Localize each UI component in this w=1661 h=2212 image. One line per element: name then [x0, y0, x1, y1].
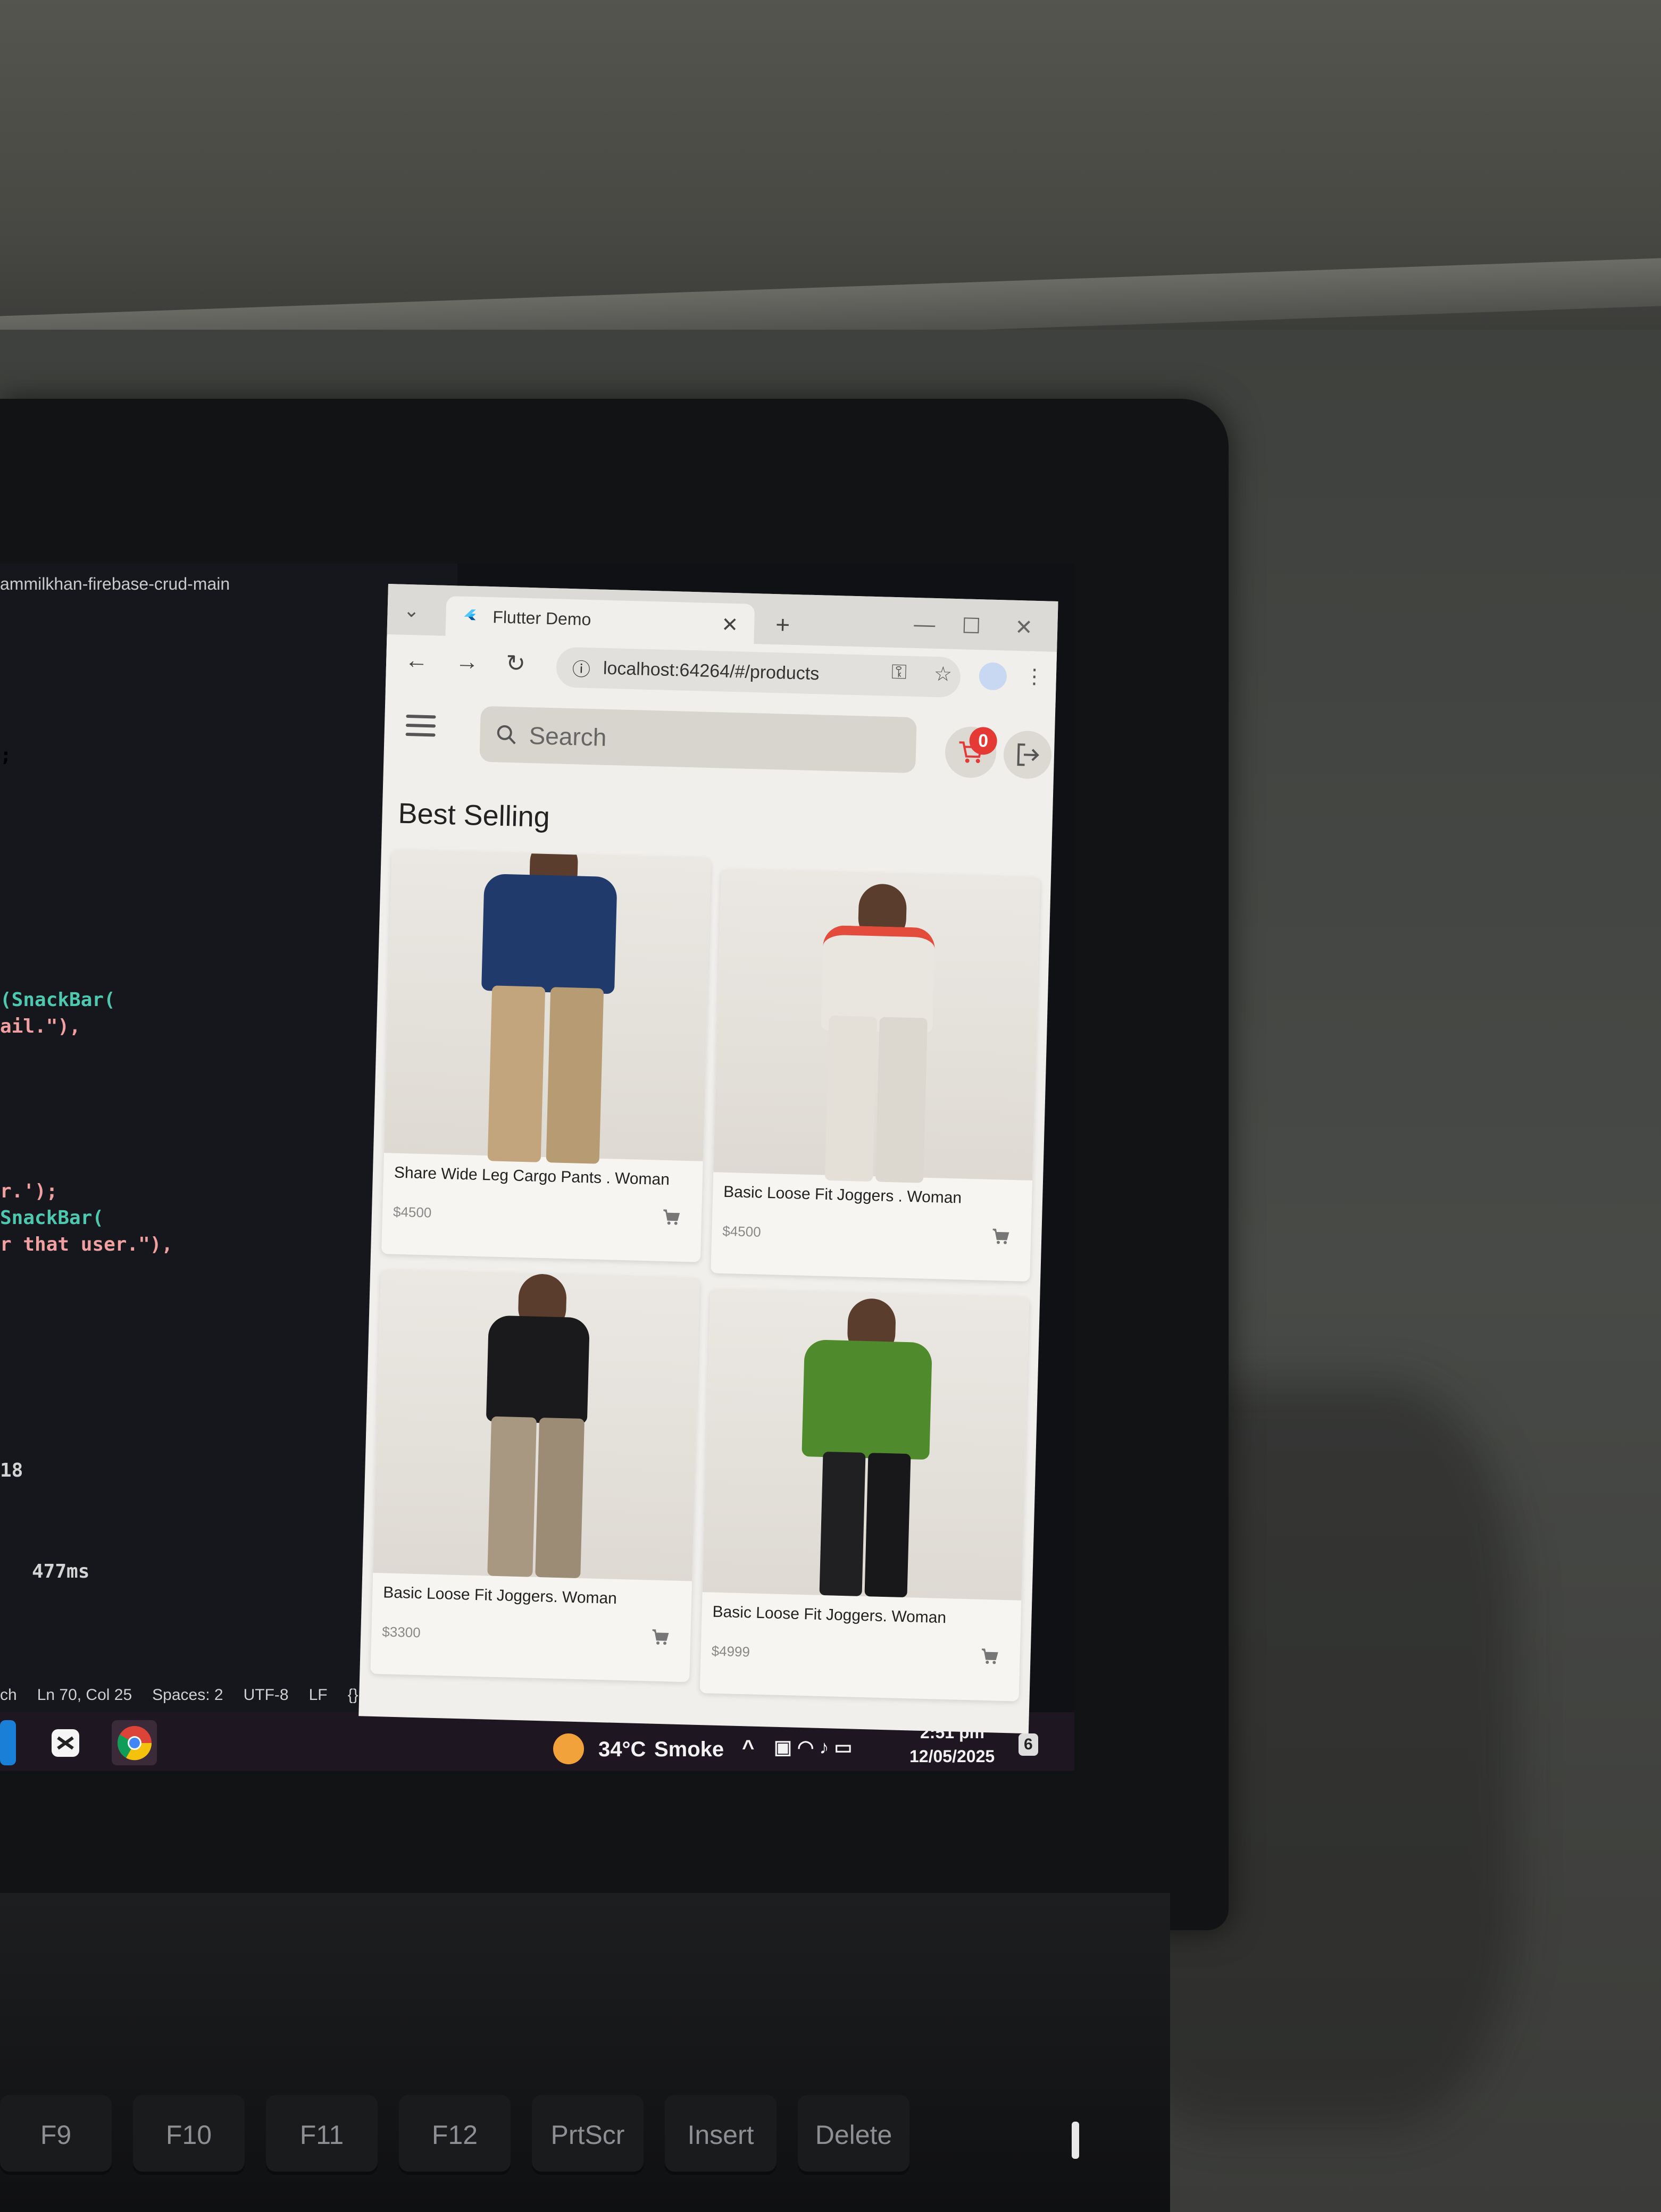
notification-icon[interactable]: 6	[1019, 1733, 1038, 1756]
product-price: $4500	[393, 1203, 432, 1221]
product-name: Basic Loose Fit Joggers. Woman	[382, 1583, 617, 1607]
forward-arrow-icon[interactable]: →	[455, 648, 479, 675]
laptop-screen: ammilkhan-firebase-crud-main ; (SnackBar…	[0, 564, 1074, 1771]
add-to-cart-icon[interactable]	[662, 1208, 680, 1229]
model-top	[481, 873, 617, 994]
key-prtscr[interactable]: PrtScr	[532, 2095, 644, 2175]
bookmark-star-icon[interactable]: ☆	[933, 662, 952, 686]
weather-icon	[553, 1733, 584, 1764]
key-delete[interactable]: Delete	[798, 2095, 909, 2175]
hamburger-menu-icon[interactable]	[405, 714, 436, 737]
search-icon	[497, 725, 516, 744]
product-name: Basic Loose Fit Joggers. Woman	[712, 1603, 947, 1627]
model-pants	[546, 987, 604, 1164]
site-info-icon[interactable]: ⓘ	[572, 655, 590, 681]
add-to-cart-icon[interactable]	[980, 1647, 999, 1669]
code-line: ail."),	[0, 1016, 81, 1037]
clock-date[interactable]: 12/05/2025	[909, 1747, 995, 1766]
model-pants	[535, 1417, 585, 1579]
tray-icons[interactable]: ▣ ◠ ♪ ▭	[774, 1736, 852, 1758]
weather-temperature[interactable]: 34°C	[598, 1738, 646, 1762]
product-card[interactable]: Basic Loose Fit Joggers. Woman $3300	[370, 1270, 700, 1682]
product-card[interactable]: Share Wide Leg Cargo Pants . Woman $4500	[381, 850, 711, 1262]
capcut-taskbar-icon[interactable]	[43, 1720, 88, 1765]
status-eol[interactable]: LF	[309, 1686, 328, 1704]
key-f9[interactable]: F9	[0, 2095, 112, 2175]
chrome-taskbar-icon[interactable]	[112, 1720, 157, 1765]
key-f10[interactable]: F10	[133, 2095, 245, 2175]
password-key-icon[interactable]: ⚿	[891, 661, 907, 684]
code-line: r.');	[0, 1180, 58, 1202]
reload-icon[interactable]: ↻	[505, 650, 526, 677]
code-line: SnackBar(	[0, 1207, 104, 1229]
search-input[interactable]: Search	[479, 706, 917, 774]
model-pants	[875, 1017, 928, 1183]
model-top	[802, 1339, 932, 1460]
key-insert[interactable]: Insert	[665, 2095, 777, 2175]
product-price: $3300	[382, 1623, 421, 1641]
keyboard-function-row: F9 F10 F11 F12 PrtScr Insert Delete	[0, 2095, 984, 2185]
key-f12[interactable]: F12	[399, 2095, 511, 2175]
power-led	[1072, 2122, 1079, 2159]
tab-title: Flutter Demo	[492, 607, 591, 629]
flutter-icon	[464, 609, 476, 620]
editor-window-title: ammilkhan-firebase-crud-main	[0, 574, 230, 593]
product-image	[702, 1289, 1030, 1601]
status-indentation[interactable]: Spaces: 2	[152, 1686, 223, 1704]
code-line: r that user."),	[0, 1234, 173, 1255]
model-pants	[487, 985, 546, 1162]
tab-search-chevron-icon[interactable]: ⌄	[403, 599, 420, 622]
product-price: $4999	[711, 1643, 750, 1660]
status-encoding[interactable]: UTF-8	[244, 1686, 289, 1704]
maximize-button[interactable]: ☐	[962, 614, 981, 639]
url-text[interactable]: localhost:64264/#/products	[603, 658, 820, 684]
product-image	[713, 869, 1040, 1183]
product-grid: Share Wide Leg Cargo Pants . Woman $4500…	[370, 850, 1051, 1702]
logout-button[interactable]	[1003, 730, 1053, 780]
code-line: (SnackBar(	[0, 989, 115, 1011]
browser-window: ⌄ Flutter Demo ✕ + — ☐ ✕ ← → ↻ ⓘ localho…	[358, 584, 1058, 1734]
product-name: Share Wide Leg Cargo Pants . Woman	[394, 1163, 670, 1189]
status-branch[interactable]: ch	[0, 1686, 17, 1704]
new-tab-button[interactable]: +	[775, 610, 790, 639]
model-pants	[824, 1015, 877, 1182]
model-pants	[864, 1453, 911, 1598]
logout-icon	[1017, 743, 1039, 766]
product-card[interactable]: Basic Loose Fit Joggers. Woman $4999	[699, 1289, 1030, 1702]
status-cursor-position[interactable]: Ln 70, Col 25	[37, 1686, 132, 1704]
browser-menu-icon[interactable]: ⋮	[1024, 664, 1045, 689]
vscode-taskbar-icon[interactable]	[0, 1720, 16, 1765]
back-arrow-icon[interactable]: ←	[405, 647, 429, 674]
close-window-button[interactable]: ✕	[1015, 615, 1033, 640]
product-card[interactable]: Basic Loose Fit Joggers . Woman $4500	[711, 869, 1040, 1282]
model-top	[486, 1315, 590, 1425]
code-line: 477ms	[32, 1561, 90, 1582]
search-placeholder: Search	[528, 721, 607, 751]
status-language[interactable]: {}	[348, 1686, 358, 1704]
key-f11[interactable]: F11	[266, 2095, 378, 2175]
minimize-button[interactable]: —	[914, 613, 936, 637]
add-to-cart-icon[interactable]	[651, 1628, 670, 1649]
product-name: Basic Loose Fit Joggers . Woman	[723, 1183, 962, 1207]
product-image	[383, 850, 711, 1164]
model-pants	[487, 1416, 537, 1577]
code-line: 18	[0, 1460, 23, 1481]
tab-close-icon[interactable]: ✕	[721, 613, 739, 637]
add-to-cart-icon[interactable]	[991, 1227, 1010, 1249]
chevron-up-icon[interactable]: ^	[742, 1736, 754, 1760]
section-title: Best Selling	[397, 797, 550, 834]
weather-description[interactable]: Smoke	[654, 1738, 724, 1762]
product-price: $4500	[722, 1222, 762, 1240]
model-pants	[819, 1451, 866, 1596]
code-line: ;	[0, 744, 12, 766]
product-image	[373, 1270, 700, 1581]
